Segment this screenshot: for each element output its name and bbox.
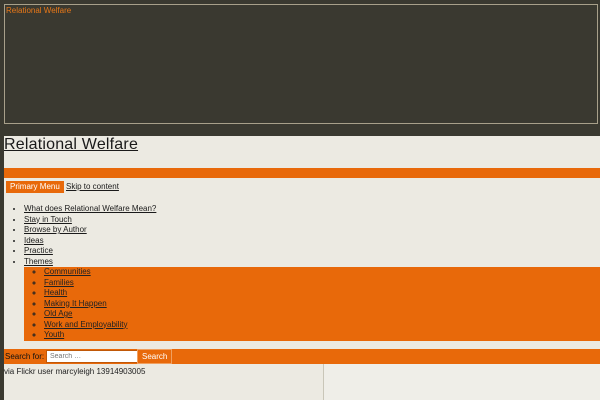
submenu-item: Youth <box>44 330 127 341</box>
submenu-link-old-age[interactable]: Old Age <box>44 309 72 318</box>
menu-link-practice[interactable]: Practice <box>24 246 53 255</box>
menu-item: Stay in Touch <box>24 215 156 226</box>
submenu-item: Work and Employability <box>44 320 127 331</box>
submenu-link-making-it-happen[interactable]: Making It Happen <box>44 299 107 308</box>
menu-link-what-does-relational-welfare-mean[interactable]: What does Relational Welfare Mean? <box>24 204 156 213</box>
header-image: Relational Welfare <box>4 4 598 124</box>
menu-link-themes[interactable]: Themes <box>24 257 53 266</box>
search-label: Search for: <box>5 352 45 361</box>
menu-item: Ideas <box>24 236 156 247</box>
menu-link-stay-in-touch[interactable]: Stay in Touch <box>24 215 72 224</box>
submenu-link-health[interactable]: Health <box>44 288 67 297</box>
themes-submenu: Communities Families Health Making It Ha… <box>24 267 600 341</box>
submenu-link-work-and-employability[interactable]: Work and Employability <box>44 320 127 329</box>
primary-menu: What does Relational Welfare Mean? Stay … <box>4 204 156 267</box>
submenu-link-families[interactable]: Families <box>44 278 74 287</box>
search-input[interactable] <box>46 350 140 363</box>
submenu-item: Making It Happen <box>44 299 127 310</box>
page-content: Relational Welfare Primary Menu Skip to … <box>4 136 600 400</box>
menu-item: Browse by Author <box>24 225 156 236</box>
site-title-link[interactable]: Relational Welfare <box>4 136 138 154</box>
submenu-item: Communities <box>44 267 127 278</box>
menu-item: Practice <box>24 246 156 257</box>
header-image-alt: Relational Welfare <box>6 6 72 15</box>
submenu-item: Health <box>44 288 127 299</box>
tagline-bar <box>4 168 600 178</box>
image-credit: via Flickr user marcyleigh 13914903005 <box>4 367 146 376</box>
menu-item: Themes <box>24 257 156 268</box>
themes-submenu-list: Communities Families Health Making It Ha… <box>24 267 127 341</box>
primary-menu-button[interactable]: Primary Menu <box>6 181 64 193</box>
skip-to-content-link[interactable]: Skip to content <box>66 182 119 191</box>
submenu-item: Families <box>44 278 127 289</box>
sidebar-column <box>324 364 600 400</box>
submenu-link-communities[interactable]: Communities <box>44 267 91 276</box>
menu-item: What does Relational Welfare Mean? <box>24 204 156 215</box>
search-form: Search for: Search <box>4 349 600 364</box>
menu-link-browse-by-author[interactable]: Browse by Author <box>24 225 87 234</box>
search-button[interactable]: Search <box>137 349 173 364</box>
submenu-item: Old Age <box>44 309 127 320</box>
menu-link-ideas[interactable]: Ideas <box>24 236 44 245</box>
submenu-link-youth[interactable]: Youth <box>44 330 64 339</box>
